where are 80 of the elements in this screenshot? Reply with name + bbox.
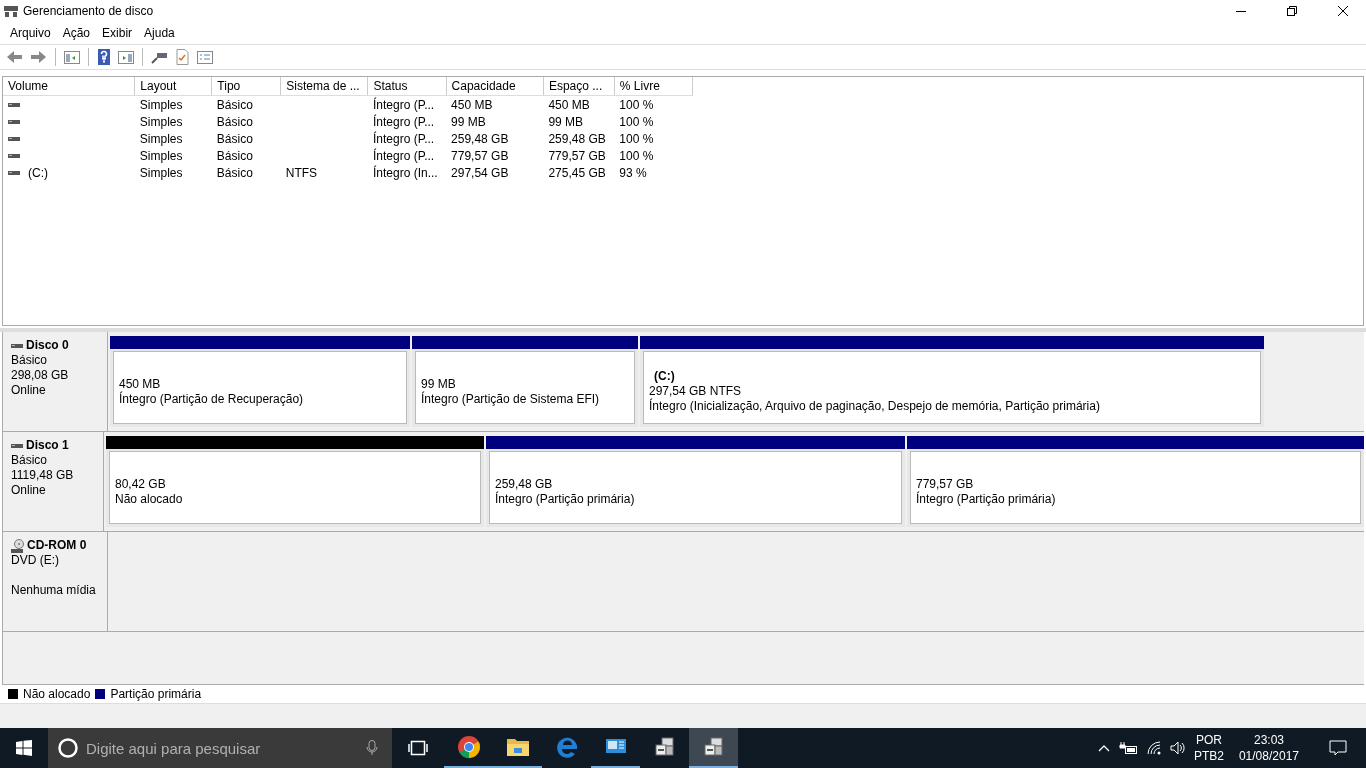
table-cell: Íntegro (P...	[373, 131, 435, 146]
table-cell: Simples	[139, 148, 183, 163]
disk-name: Disco 0	[26, 338, 69, 353]
table-cell: 93 %	[619, 165, 647, 180]
table-cell: (C:)	[28, 165, 48, 180]
partition-size: 80,42 GB	[115, 476, 167, 492]
partition-status: Íntegro (Partição de Recuperação)	[119, 391, 305, 407]
table-cell: 297,54 GB	[451, 165, 509, 180]
partition-label: (C:)	[653, 369, 676, 384]
table-cell: 275,45 GB	[548, 165, 606, 180]
clock[interactable]: 23:03 01/08/2017	[1238, 732, 1299, 764]
menu-item[interactable]: Ajuda	[138, 26, 181, 40]
table-cell: Íntegro (P...	[373, 97, 435, 112]
column-header[interactable]: Status	[368, 77, 447, 96]
table-cell: 450 MB	[548, 97, 590, 112]
disk-info: 1119,48 GB	[11, 468, 75, 483]
column-header[interactable]: Espaço ...	[543, 77, 615, 96]
language-indicator[interactable]: POR PTB2	[1193, 732, 1224, 764]
column-header[interactable]: Sistema de ...	[280, 77, 368, 96]
disk-info: Online	[11, 383, 47, 398]
table-cell: Íntegro (P...	[373, 148, 435, 163]
column-header[interactable]: Tipo	[211, 77, 281, 96]
column-header[interactable]: Capacidade	[446, 77, 544, 96]
table-cell: Básico	[216, 165, 253, 180]
partition-block[interactable]: 259,48 GB Íntegro (Partição primária)	[486, 436, 905, 527]
table-cell: Íntegro (In...	[373, 165, 438, 180]
menu-item[interactable]: Arquivo	[4, 26, 57, 40]
partition-block[interactable]: 450 MB Íntegro (Partição de Recuperação)	[110, 336, 410, 427]
disk-info: Básico	[11, 353, 49, 368]
partition-size: 297,54 GB NTFS	[649, 384, 743, 398]
disk-info: DVD (E:)	[11, 553, 60, 568]
table-cell: 100 %	[619, 148, 654, 163]
disk-info: Online	[11, 483, 47, 498]
window-title: Gerenciamento de disco	[23, 4, 155, 18]
table-cell: Básico	[216, 131, 253, 146]
table-cell: NTFS	[285, 165, 318, 180]
table-cell: Íntegro (P...	[373, 114, 435, 129]
partition-status: Íntegro (Inicialização, Arquivo de paginação, Despejo de memória, Partição primária)	[649, 399, 1101, 414]
table-cell: Simples	[139, 131, 183, 146]
column-header[interactable]: Volume	[3, 77, 135, 96]
disk-info: 298,08 GB	[11, 368, 70, 383]
column-header[interactable]: Layout	[134, 77, 212, 96]
disk-info: Básico	[11, 453, 49, 468]
legend-label: Não alocado	[23, 687, 91, 701]
partition-status: Íntegro (Partição primária)	[916, 491, 1057, 507]
table-cell: Simples	[139, 97, 183, 112]
table-cell: Simples	[139, 114, 183, 129]
table-cell: 100 %	[619, 114, 654, 129]
table-cell: 779,57 GB	[451, 148, 509, 163]
partition-size: 99 MB	[421, 376, 457, 391]
partition-block[interactable]: (C:) 297,54 GB NTFS Íntegro (Inicialização, Arquivo de paginação, Despejo de memória, Partição primária)	[640, 336, 1264, 427]
table-cell: Básico	[216, 114, 253, 129]
menu-item[interactable]: Ação	[56, 26, 97, 40]
partition-size: 779,57 GB	[916, 476, 975, 491]
search-field[interactable]: Digite aqui para pesquisar	[48, 728, 392, 768]
partition-block[interactable]: 80,42 GB Não alocado	[106, 436, 484, 527]
table-cell: 100 %	[619, 97, 654, 112]
table-cell: Básico	[216, 148, 253, 163]
partition-size: 259,48 GB	[495, 476, 554, 491]
partition-block[interactable]: 779,57 GB Íntegro (Partição primária)	[907, 436, 1364, 527]
table-cell: 779,57 GB	[548, 148, 606, 163]
table-cell: 99 MB	[548, 114, 584, 129]
partition-status: Íntegro (Partição primária)	[495, 491, 636, 507]
table-cell: 100 %	[619, 131, 654, 146]
column-header[interactable]: % Livre	[614, 77, 693, 96]
partition-size: 450 MB	[119, 376, 162, 391]
legend-label: Partição primária	[110, 687, 202, 701]
table-cell: Básico	[216, 97, 253, 112]
disk-name: CD-ROM 0	[27, 538, 87, 553]
table-cell: 450 MB	[451, 97, 493, 112]
table-cell: 259,48 GB	[548, 131, 606, 146]
disk-name: Disco 1	[26, 438, 69, 453]
partition-status: Não alocado	[115, 491, 184, 507]
table-cell: 99 MB	[451, 114, 486, 129]
partition-block[interactable]: 99 MB Íntegro (Partição de Sistema EFI)	[412, 336, 638, 427]
disk-info: Nenhuma mídia	[11, 583, 97, 598]
table-cell: 259,48 GB	[451, 131, 509, 146]
partition-status: Íntegro (Partição de Sistema EFI)	[421, 391, 601, 407]
menu-item[interactable]: Exibir	[96, 26, 139, 40]
table-cell: Simples	[139, 165, 183, 180]
